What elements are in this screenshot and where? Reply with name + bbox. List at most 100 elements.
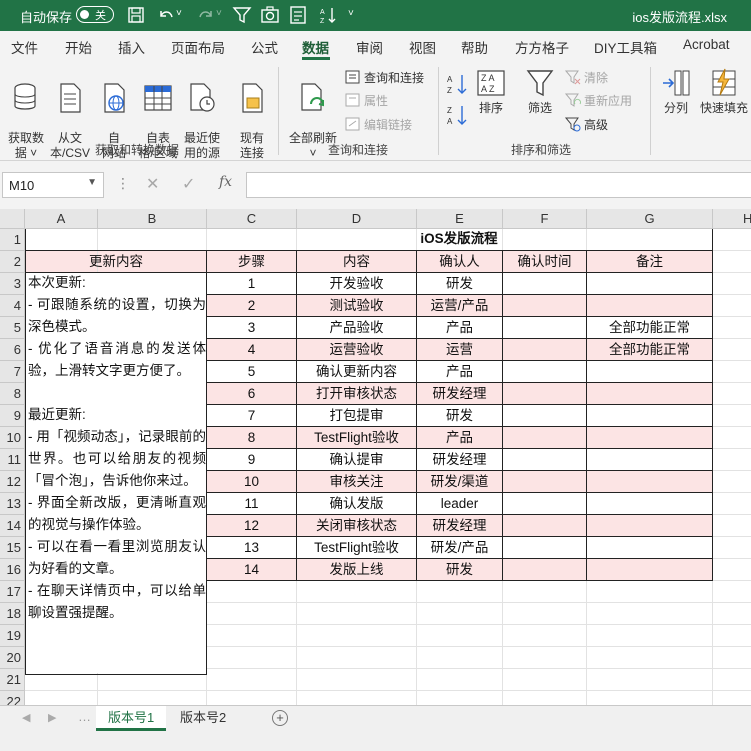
sheet-tab-1[interactable]: 版本号1 — [96, 706, 167, 731]
column-header-e[interactable]: E — [417, 209, 503, 229]
row-header[interactable]: 5 — [0, 317, 25, 339]
row-header[interactable]: 9 — [0, 405, 25, 427]
step-cell[interactable]: 12 — [207, 515, 296, 537]
content-cell[interactable]: 审核关注 — [297, 471, 416, 493]
scroll-right-icon[interactable]: ▶ — [48, 711, 56, 724]
step-cell[interactable]: 13 — [207, 537, 296, 559]
update-notes-text[interactable]: 本次更新: - 可跟随系统的设置，切换为深色模式。 - 优化了语音消息的发送体验… — [28, 272, 206, 624]
row-header[interactable]: 2 — [0, 251, 25, 273]
col-header-content[interactable]: 内容 — [297, 251, 416, 273]
row-header[interactable]: 1 — [0, 229, 25, 251]
advanced-filter-button[interactable]: 高级 — [564, 116, 608, 134]
get-data-button[interactable]: 获取数 据 ˅ — [4, 67, 48, 161]
column-header-b[interactable]: B — [98, 209, 207, 229]
owner-cell[interactable]: 研发经理 — [417, 449, 502, 471]
content-cell[interactable]: 确认发版 — [297, 493, 416, 515]
column-header-d[interactable]: D — [297, 209, 417, 229]
row-header[interactable]: 3 — [0, 273, 25, 295]
tab-file[interactable]: 文件 — [11, 37, 38, 57]
row-header[interactable]: 21 — [0, 669, 25, 691]
content-cell[interactable]: 打开审核状态 — [297, 383, 416, 405]
queries-connections-button[interactable]: 查询和连接 — [345, 69, 424, 87]
column-header-c[interactable]: C — [207, 209, 297, 229]
note-cell[interactable] — [587, 295, 712, 317]
existing-connections-button[interactable]: 现有 连接 — [232, 67, 272, 161]
step-cell[interactable]: 1 — [207, 273, 296, 295]
step-cell[interactable]: 2 — [207, 295, 296, 317]
content-cell[interactable]: 测试验收 — [297, 295, 416, 317]
row-header[interactable]: 4 — [0, 295, 25, 317]
autosave-toggle[interactable]: 关 — [76, 6, 114, 23]
owner-cell[interactable]: 研发 — [417, 559, 502, 581]
col-header-note[interactable]: 备注 — [587, 251, 712, 273]
content-cell[interactable]: 打包提审 — [297, 405, 416, 427]
col-header-time[interactable]: 确认时间 — [503, 251, 586, 273]
row-header[interactable]: 13 — [0, 493, 25, 515]
owner-cell[interactable]: 产品 — [417, 317, 502, 339]
cancel-icon[interactable]: ✕ — [146, 174, 159, 194]
row-header[interactable]: 22 — [0, 691, 25, 705]
content-cell[interactable]: 运营验收 — [297, 339, 416, 361]
owner-cell[interactable]: 产品 — [417, 361, 502, 383]
tab-acrobat[interactable]: Acrobat — [683, 37, 730, 52]
edit-links-button[interactable]: 编辑链接 — [345, 116, 412, 134]
tab-view[interactable]: 视图 — [409, 37, 436, 57]
update-content-header[interactable]: 更新内容 — [26, 251, 206, 273]
col-header-step[interactable]: 步骤 — [207, 251, 296, 273]
step-cell[interactable]: 14 — [207, 559, 296, 581]
step-cell[interactable]: 4 — [207, 339, 296, 361]
column-header-a[interactable]: A — [25, 209, 98, 229]
camera-icon[interactable] — [260, 5, 280, 25]
filter-button[interactable]: 筛选 — [522, 67, 558, 116]
resize-handle-icon[interactable]: ⋮ — [116, 175, 130, 192]
content-cell[interactable]: 确认更新内容 — [297, 361, 416, 383]
column-header-g[interactable]: G — [587, 209, 713, 229]
content-cell[interactable]: TestFlight验收 — [297, 427, 416, 449]
tab-page-layout[interactable]: 页面布局 — [171, 37, 225, 57]
recent-sources-button[interactable]: 最近使 用的源 — [180, 67, 224, 161]
tab-menu-icon[interactable]: … — [78, 709, 91, 724]
save-icon[interactable] — [126, 5, 146, 25]
scroll-left-icon[interactable]: ◀ — [22, 711, 30, 724]
row-header[interactable]: 11 — [0, 449, 25, 471]
row-header[interactable]: 15 — [0, 537, 25, 559]
row-header[interactable]: 18 — [0, 603, 25, 625]
formula-input[interactable] — [246, 172, 751, 198]
tab-help[interactable]: 帮助 — [461, 37, 488, 57]
owner-cell[interactable]: 研发经理 — [417, 383, 502, 405]
flash-fill-button[interactable]: 快速填充 — [696, 67, 751, 116]
row-header[interactable]: 16 — [0, 559, 25, 581]
column-header-h[interactable]: H — [713, 209, 751, 229]
tab-diy-toolbox[interactable]: DIY工具箱 — [594, 37, 657, 57]
content-cell[interactable]: TestFlight验收 — [297, 537, 416, 559]
confirm-icon[interactable]: ✓ — [182, 174, 195, 194]
step-cell[interactable]: 10 — [207, 471, 296, 493]
insert-function-icon[interactable]: fx — [219, 174, 232, 190]
clear-filter-button[interactable]: 清除 — [564, 69, 608, 87]
sort-quick-icon[interactable]: AZ — [318, 5, 338, 25]
form-icon[interactable] — [288, 5, 308, 25]
redo-icon[interactable] — [196, 5, 216, 25]
owner-cell[interactable]: 运营/产品 — [417, 295, 502, 317]
step-cell[interactable]: 5 — [207, 361, 296, 383]
note-cell[interactable]: 全部功能正常 — [587, 339, 712, 361]
tab-review[interactable]: 审阅 — [356, 37, 383, 57]
step-cell[interactable]: 6 — [207, 383, 296, 405]
tab-home[interactable]: 开始 — [65, 37, 92, 57]
tab-insert[interactable]: 插入 — [118, 37, 145, 57]
owner-cell[interactable]: leader — [417, 493, 502, 515]
row-header[interactable]: 8 — [0, 383, 25, 405]
row-header[interactable]: 19 — [0, 625, 25, 647]
step-cell[interactable]: 7 — [207, 405, 296, 427]
step-cell[interactable]: 11 — [207, 493, 296, 515]
row-header[interactable]: 14 — [0, 515, 25, 537]
content-cell[interactable]: 产品验收 — [297, 317, 416, 339]
step-cell[interactable]: 3 — [207, 317, 296, 339]
filter-quick-icon[interactable] — [232, 5, 252, 25]
row-header[interactable]: 7 — [0, 361, 25, 383]
owner-cell[interactable]: 研发/渠道 — [417, 471, 502, 493]
name-box[interactable]: M10 ▼ — [2, 172, 104, 198]
note-cell[interactable]: 全部功能正常 — [587, 317, 712, 339]
sheet-title[interactable]: iOS发版流程 — [26, 228, 712, 250]
worksheet-grid[interactable]: A B C D E F G H 1 2 3 4 5 6 7 8 9 10 11 … — [0, 209, 751, 705]
